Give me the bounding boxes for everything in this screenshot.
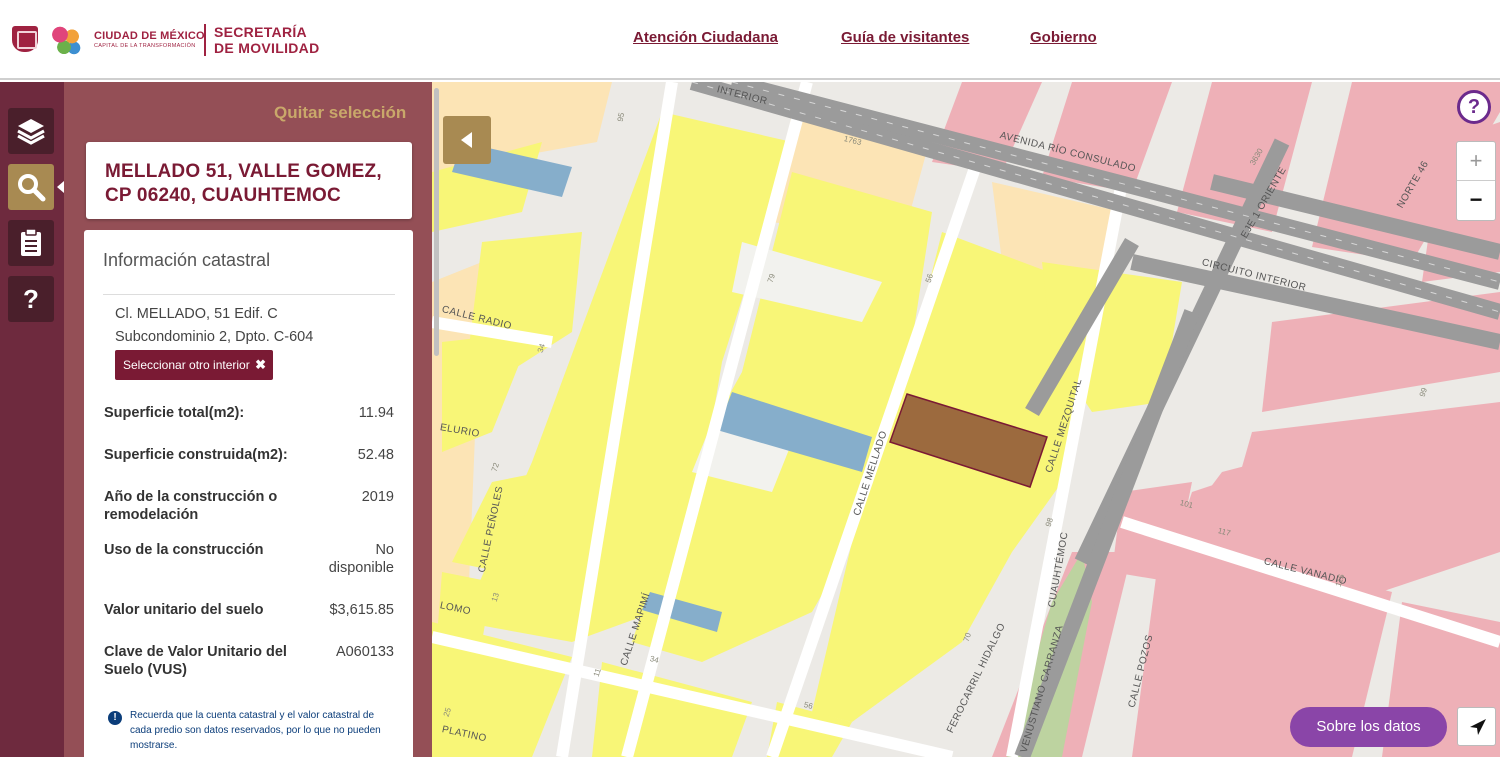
close-x-icon: ✖ <box>255 357 266 372</box>
row-value: 2019 <box>361 489 394 505</box>
map-help-button[interactable]: ? <box>1457 90 1491 124</box>
nav-atencion-ciudadana[interactable]: Atención Ciudadana <box>633 29 778 46</box>
clipboard-icon <box>21 228 41 256</box>
row-value: A060133 <box>335 644 394 660</box>
row-value: 11.94 <box>358 405 394 421</box>
sobre-los-datos-button[interactable]: Sobre los datos <box>1290 707 1447 747</box>
flower-logo-icon <box>46 22 86 58</box>
layers-button[interactable] <box>8 108 54 154</box>
clipboard-button[interactable] <box>8 220 54 266</box>
site-header: CIUDAD DE MÉXICO CAPITAL DE LA TRANSFORM… <box>0 0 1500 80</box>
info-title: Información catastral <box>103 250 271 270</box>
row-label: Uso de la construcción <box>104 542 264 558</box>
layers-icon <box>17 119 45 145</box>
help-button[interactable]: ? <box>8 276 54 322</box>
interior-line1: Cl. MELLADO, 51 Edif. C <box>115 306 278 322</box>
select-other-interior-button[interactable]: Seleccionar otro interior ✖ <box>115 350 273 380</box>
secretaria-line2: DE MOVILIDAD <box>214 40 320 56</box>
row-value: 52.48 <box>357 447 394 463</box>
search-icon <box>18 174 46 202</box>
quitar-seleccion-link[interactable]: Quitar selección <box>274 103 406 123</box>
search-button[interactable] <box>8 164 54 210</box>
row-label: Valor unitario del suelo <box>104 602 264 618</box>
secretaria-line1: SECRETARÍA <box>214 24 307 40</box>
row-value: No disponible <box>328 542 394 576</box>
cadastral-info-card: Información catastral Cl. MELLADO, 51 Ed… <box>84 230 413 757</box>
nav-guia-visitantes[interactable]: Guía de visitantes <box>841 29 969 46</box>
city-name: CIUDAD DE MÉXICO <box>94 30 205 42</box>
zoom-control: + − <box>1456 141 1496 221</box>
nav-gobierno[interactable]: Gobierno <box>1030 29 1097 46</box>
panel-scrollbar[interactable] <box>434 88 439 356</box>
city-tagline: CAPITAL DE LA TRANSFORMACIÓN <box>94 43 196 49</box>
select-other-label: Seleccionar otro interior <box>123 358 250 372</box>
row-value: $3,615.85 <box>329 602 394 618</box>
coat-of-arms-icon <box>12 26 38 52</box>
row-label: Clave de Valor Unitario del Suelo (VUS) <box>104 644 287 678</box>
lot-number: 95 <box>615 111 627 123</box>
app-root: CIUDAD DE MÉXICO CAPITAL DE LA TRANSFORM… <box>0 0 1500 757</box>
divider <box>103 294 395 295</box>
help-icon: ? <box>23 284 39 314</box>
map-view[interactable]: INTERIOR AVENIDA RÍO CONSULADO EJE 1 ORI… <box>432 82 1500 757</box>
location-arrow-icon <box>1470 719 1486 735</box>
active-tool-caret-icon <box>57 181 64 193</box>
notice-text: Recuerda que la cuenta catastral y el va… <box>130 710 381 751</box>
row-label: Año de la construcción o remodelación <box>104 489 278 523</box>
row-label: Superficie total(m2): <box>104 405 245 421</box>
locate-button[interactable] <box>1457 707 1496 746</box>
zoom-out-button[interactable]: − <box>1457 181 1495 220</box>
cdmx-logo[interactable]: CIUDAD DE MÉXICO CAPITAL DE LA TRANSFORM… <box>12 20 342 60</box>
address-card: MELLADO 51, VALLE GOMEZ, CP 06240, CUAUH… <box>86 142 412 219</box>
map-tiles <box>432 82 1500 757</box>
collapse-panel-button[interactable] <box>443 116 491 164</box>
row-label: Superficie construida(m2): <box>104 447 288 463</box>
zoom-in-button[interactable]: + <box>1457 142 1495 181</box>
selected-address: MELLADO 51, VALLE GOMEZ, CP 06240, CUAUH… <box>105 161 382 206</box>
info-icon: ! <box>108 711 122 725</box>
side-toolbar: ? <box>0 82 64 757</box>
interior-line2: Subcondominio 2, Dpto. C-604 <box>115 329 314 345</box>
logo-divider <box>204 24 206 56</box>
